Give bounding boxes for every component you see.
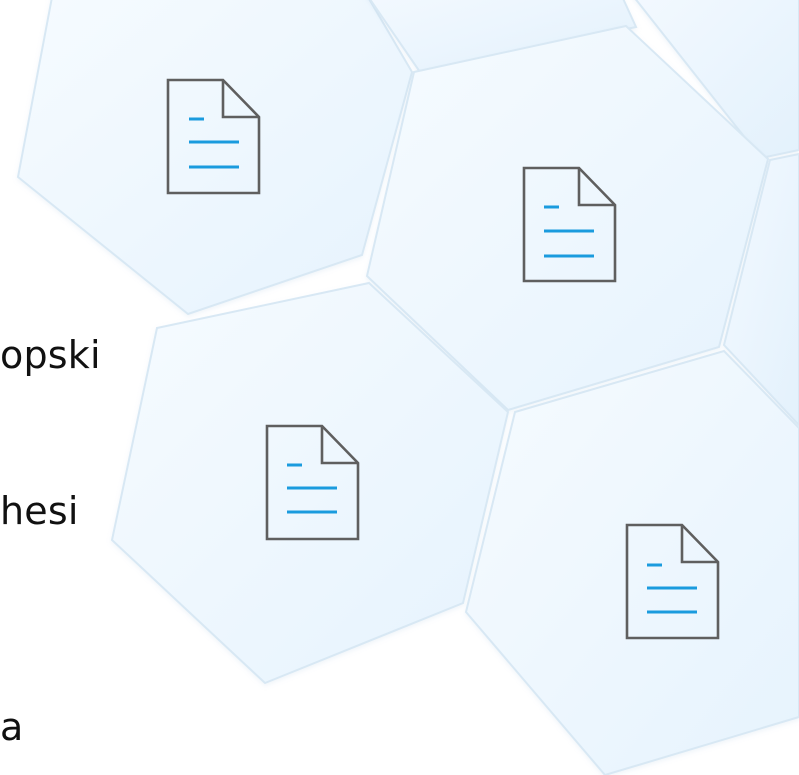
hex-top-left [16, 0, 414, 316]
cropped-text-line-2: hesi [0, 489, 79, 533]
hex-bottom-right [464, 349, 799, 775]
hexagon-cluster [16, 0, 799, 775]
hexagon-document-graphic: opski hesi a [0, 0, 799, 775]
cropped-text-line-3: a [0, 705, 24, 749]
cropped-text-line-1: opski [0, 333, 101, 377]
